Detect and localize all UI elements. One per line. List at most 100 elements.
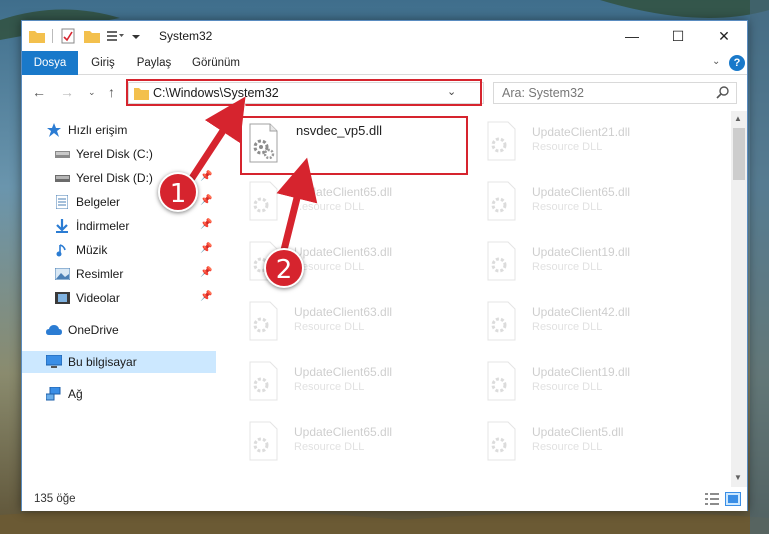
file-name: UpdateClient5.dll [532, 425, 624, 439]
computer-icon [46, 354, 62, 370]
dll-file-icon [249, 361, 278, 401]
nav-item-label: Yerel Disk (D:) [76, 171, 153, 185]
customize-toolbar-icon[interactable] [107, 27, 125, 45]
file-name: UpdateClient65.dll [294, 425, 393, 439]
list-item[interactable]: UpdateClient19.dll Resource DLL [478, 237, 698, 287]
nav-item-label: Belgeler [76, 195, 121, 209]
dll-file-icon [487, 181, 516, 221]
file-type: Resource DLL [532, 321, 603, 333]
nav-item-label: Müzik [76, 243, 108, 257]
file-type: Resource DLL [532, 261, 603, 273]
tab-file[interactable]: Dosya [22, 51, 78, 75]
music-icon [54, 242, 70, 258]
tab-view[interactable]: Görünüm [186, 51, 246, 75]
details-view-icon[interactable] [704, 492, 720, 506]
documents-icon [54, 194, 70, 210]
search-placeholder[interactable]: Ara: System32 [502, 86, 584, 100]
video-icon [54, 290, 70, 306]
nav-network-label: Ağ [68, 387, 83, 401]
ribbon-expand-icon[interactable]: ⌄ [712, 56, 720, 67]
nav-this-pc[interactable]: Bu bilgisayar [22, 351, 216, 373]
file-name: UpdateClient65.dll [294, 185, 393, 199]
scroll-up-icon[interactable]: ▲ [734, 114, 742, 123]
navigation-pane: Hızlı erişim Yerel Disk (C:) Yerel Disk … [22, 111, 216, 487]
file-type: Resource DLL [532, 201, 603, 213]
list-item[interactable]: UpdateClient65.dll Resource DLL [240, 417, 460, 467]
chevron-down-icon[interactable] [131, 27, 141, 45]
search-box[interactable]: Ara: System32 [493, 82, 737, 104]
nav-item-label: Yerel Disk (C:) [76, 147, 153, 161]
minimize-button[interactable]: — [609, 21, 655, 51]
maximize-button[interactable]: ☐ [655, 21, 701, 51]
dll-file-icon [487, 121, 516, 161]
file-type: Resource DLL [532, 441, 603, 453]
pictures-icon [54, 266, 70, 282]
tab-share[interactable]: Paylaş [132, 51, 176, 75]
file-highlight [240, 116, 468, 175]
dll-file-icon [249, 181, 278, 221]
up-arrow-icon[interactable]: ↑ [108, 84, 115, 100]
drive-icon [54, 170, 70, 186]
help-button[interactable]: ? [729, 55, 745, 71]
recent-locations-icon[interactable]: ⌄ [88, 87, 96, 98]
nav-quick-access-label: Hızlı erişim [68, 123, 128, 137]
pin-icon[interactable]: 📌 [200, 195, 212, 206]
nav-item-pictures[interactable]: Resimler 📌 [22, 263, 216, 285]
vertical-scrollbar[interactable]: ▲ ▼ [731, 111, 747, 487]
nav-item-music[interactable]: Müzik 📌 [22, 239, 216, 261]
close-button[interactable]: ✕ [701, 21, 747, 51]
pin-icon[interactable]: 📌 [200, 171, 212, 182]
pin-icon[interactable]: 📌 [200, 219, 212, 230]
file-name: UpdateClient63.dll [294, 245, 393, 259]
list-item[interactable]: UpdateClient21.dll Resource DLL [478, 117, 698, 167]
title-bar: System32 — ☐ ✕ [22, 21, 747, 51]
drive-icon [54, 146, 70, 162]
file-name: UpdateClient19.dll [532, 245, 631, 259]
item-count: 135 öğe [34, 493, 76, 505]
pin-icon[interactable]: 📌 [200, 267, 212, 278]
file-name: UpdateClient65.dll [532, 185, 631, 199]
file-name: UpdateClient19.dll [532, 365, 631, 379]
cloud-icon [46, 322, 62, 338]
nav-onedrive-label: OneDrive [68, 323, 119, 337]
dll-file-icon [249, 421, 278, 461]
nav-onedrive[interactable]: OneDrive [22, 319, 216, 341]
list-item[interactable]: UpdateClient63.dll Resource DLL [240, 297, 460, 347]
scroll-thumb[interactable] [733, 128, 745, 180]
nav-item-videos[interactable]: Videolar 📌 [22, 287, 216, 309]
list-item[interactable]: UpdateClient65.dll Resource DLL [240, 177, 460, 227]
properties-icon[interactable] [59, 27, 77, 45]
nav-item-local-disk-c[interactable]: Yerel Disk (C:) [22, 143, 216, 165]
window-title: System32 [159, 29, 213, 43]
new-folder-icon[interactable] [83, 27, 101, 45]
dll-file-icon [487, 361, 516, 401]
pin-icon[interactable]: 📌 [200, 243, 212, 254]
scroll-down-icon[interactable]: ▼ [734, 473, 742, 482]
large-icons-view-icon[interactable] [725, 492, 741, 506]
search-icon[interactable] [716, 85, 730, 99]
pin-icon[interactable]: 📌 [200, 291, 212, 302]
tab-home[interactable]: Giriş [84, 51, 122, 75]
nav-item-label: Resimler [76, 267, 124, 281]
file-type: Resource DLL [294, 441, 365, 453]
file-type: Resource DLL [294, 261, 365, 273]
nav-this-pc-label: Bu bilgisayar [68, 355, 137, 369]
toolbar-separator [52, 29, 53, 43]
nav-network[interactable]: Ağ [22, 383, 216, 405]
list-item[interactable]: UpdateClient65.dll Resource DLL [240, 357, 460, 407]
forward-arrow-icon[interactable]: → [60, 84, 74, 100]
back-arrow-icon[interactable]: ← [32, 84, 46, 100]
nav-item-label: İndirmeler [76, 219, 130, 233]
nav-quick-access[interactable]: Hızlı erişim [22, 119, 216, 141]
dll-file-icon [487, 241, 516, 281]
list-item[interactable]: UpdateClient65.dll Resource DLL [478, 177, 698, 227]
file-name: UpdateClient63.dll [294, 305, 393, 319]
file-type: Resource DLL [294, 321, 365, 333]
list-item[interactable]: UpdateClient19.dll Resource DLL [478, 357, 698, 407]
star-icon [46, 122, 62, 138]
folder-icon [28, 27, 46, 45]
nav-item-downloads[interactable]: İndirmeler 📌 [22, 215, 216, 237]
list-item[interactable]: UpdateClient5.dll Resource DLL [478, 417, 698, 467]
list-item[interactable]: UpdateClient42.dll Resource DLL [478, 297, 698, 347]
status-bar: 135 öğe [22, 487, 747, 511]
